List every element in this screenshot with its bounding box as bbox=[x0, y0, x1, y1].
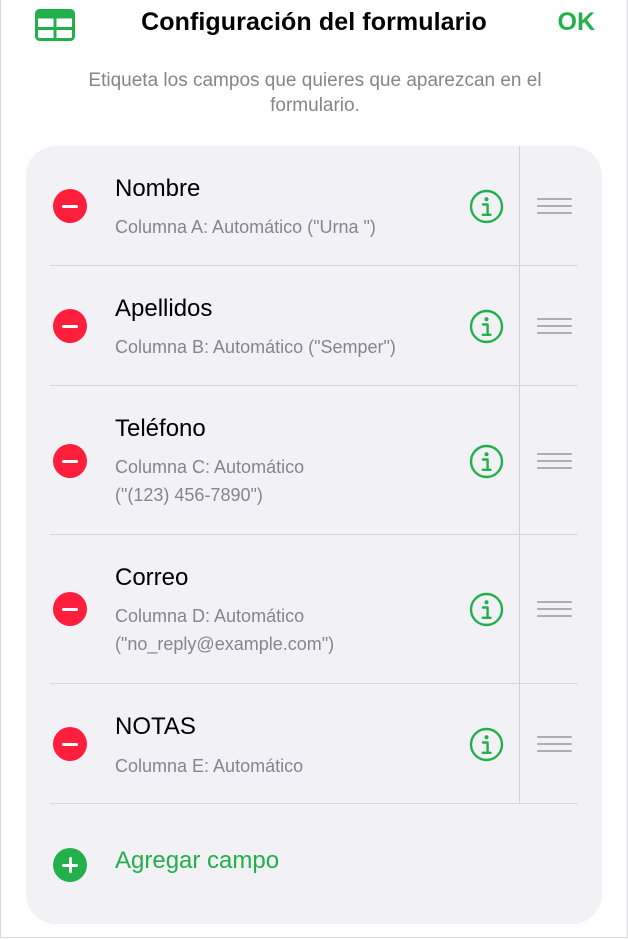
drag-handle-icon[interactable] bbox=[537, 599, 572, 619]
field-column-detail: Columna A: Automático ("Urna ") bbox=[115, 213, 376, 241]
remove-field-button[interactable] bbox=[53, 727, 87, 761]
info-circle-icon[interactable] bbox=[469, 444, 504, 479]
field-name: Nombre bbox=[115, 175, 201, 202]
remove-field-button[interactable] bbox=[53, 444, 87, 478]
row-separator bbox=[50, 683, 578, 684]
drag-handle-icon[interactable] bbox=[537, 451, 572, 471]
field-detail-line: Columna B: Automático ("Semper") bbox=[115, 337, 396, 357]
drag-handle-line bbox=[537, 205, 572, 207]
info-circle-icon[interactable] bbox=[469, 189, 504, 224]
drag-handle-line bbox=[537, 325, 572, 327]
drag-handle-line bbox=[537, 615, 572, 617]
drag-handle-line bbox=[537, 743, 572, 745]
add-field-button[interactable]: Agregar campo bbox=[115, 847, 279, 875]
row-separator bbox=[50, 803, 578, 804]
info-circle-icon[interactable] bbox=[469, 309, 504, 344]
row-separator bbox=[50, 385, 578, 386]
column-divider bbox=[519, 146, 520, 804]
plus-circle-icon[interactable] bbox=[53, 848, 87, 882]
info-circle-icon[interactable] bbox=[469, 727, 504, 762]
remove-field-button[interactable] bbox=[53, 189, 87, 223]
ok-button[interactable]: OK bbox=[558, 8, 596, 37]
info-circle-icon[interactable] bbox=[469, 592, 504, 627]
page-title: Configuración del formulario bbox=[141, 8, 487, 36]
field-column-detail: Columna E: Automático bbox=[115, 752, 303, 780]
drag-handle-line bbox=[537, 601, 572, 603]
field-detail-line: Columna C: Automático bbox=[115, 457, 305, 477]
field-column-detail: Columna D: Automático ("no_reply@example.… bbox=[115, 602, 334, 658]
field-name: Apellidos bbox=[115, 295, 213, 322]
field-detail-line: Columna A: Automático ("Urna ") bbox=[115, 217, 376, 237]
drag-handle-line bbox=[537, 750, 572, 752]
drag-handle-line bbox=[537, 460, 572, 462]
field-column-detail: Columna C: Automático ("(123) 456-7890") bbox=[115, 453, 304, 509]
drag-handle-icon[interactable] bbox=[537, 734, 572, 754]
remove-field-button[interactable] bbox=[53, 592, 87, 626]
drag-handle-line bbox=[537, 212, 572, 214]
drag-handle-line bbox=[537, 453, 572, 455]
drag-handle-icon[interactable] bbox=[537, 316, 572, 336]
remove-field-button[interactable] bbox=[53, 309, 87, 343]
row-separator bbox=[50, 534, 578, 535]
field-detail-line: Columna D: Automático bbox=[115, 606, 305, 626]
drag-handle-line bbox=[537, 736, 572, 738]
field-detail-line: ("(123) 456-7890") bbox=[115, 485, 263, 505]
field-name: Teléfono bbox=[115, 415, 206, 442]
field-detail-line: Columna E: Automático bbox=[115, 756, 304, 776]
drag-handle-line bbox=[537, 198, 572, 200]
instructions-text: Etiqueta los campos que quieres que apar… bbox=[88, 70, 542, 116]
top-bar: Configuración del formulario OK bbox=[0, 0, 628, 50]
field-name: NOTAS bbox=[115, 713, 196, 740]
field-name: Correo bbox=[115, 564, 189, 591]
drag-handle-line bbox=[537, 332, 572, 334]
field-detail-line: ("no_reply@example.com") bbox=[115, 634, 335, 654]
fields-list: Nombre Columna A: Automático ("Urna ") Ape… bbox=[26, 146, 602, 924]
field-column-detail: Columna B: Automático ("Semper") bbox=[115, 333, 396, 361]
drag-handle-line bbox=[537, 608, 572, 610]
drag-handle-line bbox=[537, 467, 572, 469]
row-separator bbox=[50, 265, 578, 266]
drag-handle-line bbox=[537, 318, 572, 320]
drag-handle-icon[interactable] bbox=[537, 196, 572, 216]
